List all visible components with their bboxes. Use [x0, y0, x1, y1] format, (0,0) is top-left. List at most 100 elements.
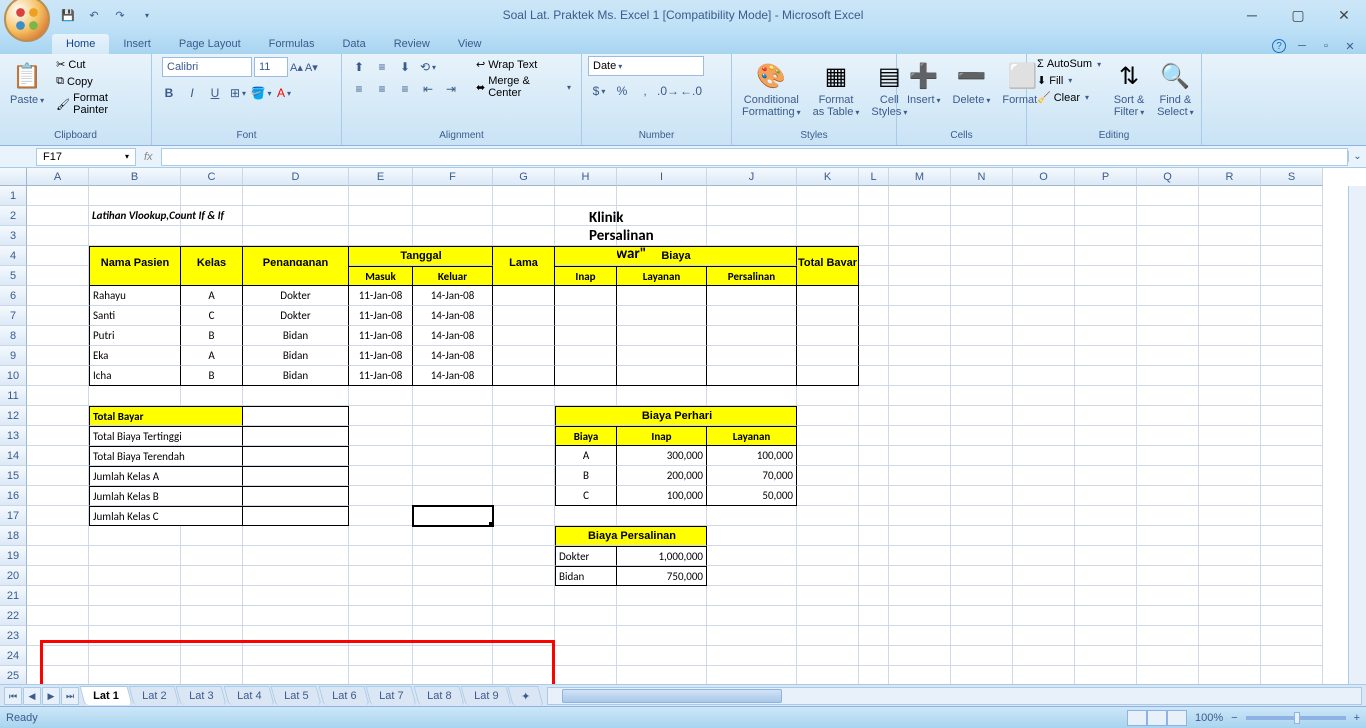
cell[interactable]: [1137, 626, 1199, 646]
cell[interactable]: Jumlah Kelas B: [89, 486, 181, 506]
cell[interactable]: [707, 646, 797, 666]
cell[interactable]: [1137, 246, 1199, 266]
cell[interactable]: [243, 426, 349, 446]
cell[interactable]: [1199, 646, 1261, 666]
cell[interactable]: [1137, 186, 1199, 206]
cell[interactable]: [859, 286, 889, 306]
row-header[interactable]: 24: [0, 646, 27, 666]
cell[interactable]: [1261, 426, 1323, 446]
cell[interactable]: [951, 286, 1013, 306]
cell[interactable]: [951, 386, 1013, 406]
cell[interactable]: [1137, 266, 1199, 286]
cell[interactable]: [859, 586, 889, 606]
font-color-button[interactable]: A: [273, 82, 295, 104]
cell[interactable]: [797, 446, 859, 466]
col-header[interactable]: K: [797, 168, 859, 186]
zoom-level[interactable]: 100%: [1195, 712, 1223, 724]
cell[interactable]: [859, 246, 889, 266]
cell[interactable]: [89, 546, 181, 566]
col-header[interactable]: Q: [1137, 168, 1199, 186]
cell[interactable]: [27, 626, 89, 646]
col-header[interactable]: I: [617, 168, 707, 186]
cell[interactable]: [181, 406, 243, 426]
align-center-icon[interactable]: ≡: [371, 78, 393, 100]
col-header[interactable]: L: [859, 168, 889, 186]
number-format-select[interactable]: Date: [588, 56, 704, 76]
cell[interactable]: [243, 186, 349, 206]
cell[interactable]: [797, 206, 859, 226]
sheet-tab[interactable]: Lat 4: [223, 686, 275, 705]
cell[interactable]: [1075, 546, 1137, 566]
cell[interactable]: [797, 346, 859, 366]
cell[interactable]: [243, 566, 349, 586]
cell[interactable]: [797, 266, 859, 286]
tab-page-layout[interactable]: Page Layout: [165, 34, 255, 54]
cell[interactable]: [555, 506, 617, 526]
sheet-nav-first[interactable]: ⏮: [4, 687, 22, 705]
cell[interactable]: [413, 646, 493, 666]
cell[interactable]: [797, 426, 859, 446]
cell[interactable]: [859, 426, 889, 446]
cell[interactable]: [27, 486, 89, 506]
cell[interactable]: [1199, 566, 1261, 586]
col-header[interactable]: C: [181, 168, 243, 186]
cell[interactable]: [951, 206, 1013, 226]
cell[interactable]: Total Biaya Terendah: [89, 446, 181, 466]
cell[interactable]: [181, 626, 243, 646]
row-header[interactable]: 25: [0, 666, 27, 684]
cell[interactable]: [1013, 426, 1075, 446]
cell[interactable]: [1075, 306, 1137, 326]
cell[interactable]: [1199, 246, 1261, 266]
cell[interactable]: [413, 626, 493, 646]
cell[interactable]: [243, 446, 349, 466]
cell[interactable]: [1013, 246, 1075, 266]
cell[interactable]: [89, 586, 181, 606]
cell[interactable]: [349, 666, 413, 684]
cell[interactable]: [797, 286, 859, 306]
cell[interactable]: [349, 186, 413, 206]
cell[interactable]: [1199, 386, 1261, 406]
clear-button[interactable]: 🧹Clear: [1033, 89, 1105, 106]
cell[interactable]: [951, 226, 1013, 246]
name-box[interactable]: F17▾: [36, 148, 136, 166]
normal-view-button[interactable]: [1127, 710, 1147, 726]
shrink-font-icon[interactable]: A▾: [305, 61, 318, 74]
cell[interactable]: [951, 186, 1013, 206]
cell[interactable]: [1199, 506, 1261, 526]
cell[interactable]: [1013, 186, 1075, 206]
cell[interactable]: [797, 406, 859, 426]
cell[interactable]: B: [181, 366, 243, 386]
cell[interactable]: [27, 666, 89, 684]
row-header[interactable]: 12: [0, 406, 27, 426]
cell[interactable]: [27, 366, 89, 386]
cell[interactable]: [1013, 206, 1075, 226]
cell[interactable]: [89, 226, 181, 246]
cell[interactable]: [889, 426, 951, 446]
tab-home[interactable]: Home: [52, 34, 109, 54]
cell[interactable]: [1261, 186, 1323, 206]
cell[interactable]: [181, 206, 243, 226]
cell[interactable]: Biaya: [555, 246, 617, 266]
page-layout-view-button[interactable]: [1147, 710, 1167, 726]
cell[interactable]: [797, 586, 859, 606]
cell[interactable]: [797, 506, 859, 526]
cell[interactable]: [707, 546, 797, 566]
col-header[interactable]: H: [555, 168, 617, 186]
dec-decimal-icon[interactable]: ←.0: [680, 80, 702, 102]
cell[interactable]: [797, 526, 859, 546]
cell[interactable]: [617, 366, 707, 386]
cell[interactable]: A: [181, 286, 243, 306]
row-header[interactable]: 14: [0, 446, 27, 466]
cell[interactable]: [1137, 486, 1199, 506]
cell[interactable]: [493, 546, 555, 566]
cell[interactable]: [1137, 306, 1199, 326]
cell[interactable]: [349, 586, 413, 606]
copy-button[interactable]: ⧉Copy: [52, 73, 145, 90]
cell[interactable]: [181, 426, 243, 446]
cell[interactable]: [349, 646, 413, 666]
row-header[interactable]: 7: [0, 306, 27, 326]
cell[interactable]: [707, 586, 797, 606]
cell[interactable]: [555, 326, 617, 346]
cell[interactable]: [181, 266, 243, 286]
cell[interactable]: [1137, 386, 1199, 406]
